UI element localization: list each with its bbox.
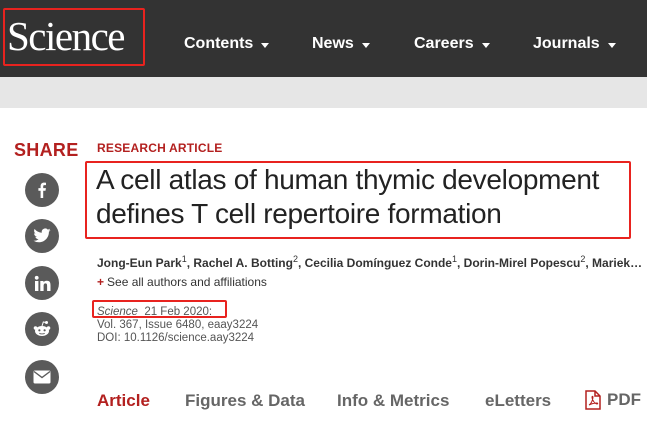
site-header: Science Contents News Careers Journals (0, 0, 647, 77)
author-name[interactable]: Jong-Eun Park (97, 256, 182, 270)
article-title: A cell atlas of human thymic development… (96, 164, 600, 229)
author-affiliation: 1 (451, 254, 457, 264)
share-heading: SHARE (14, 140, 79, 160)
nav-journals[interactable]: Journals (533, 33, 616, 55)
pdf-icon (585, 390, 601, 410)
author-name[interactable]: Rachel A. Botting (193, 256, 293, 270)
tab-article[interactable]: Article (97, 391, 150, 411)
citation-journal-date: Science 21 Feb 2020: (97, 306, 212, 319)
nav-careers[interactable]: Careers (414, 33, 490, 55)
nav-careers-label: Careers (414, 35, 474, 52)
reddit-icon (33, 321, 51, 336)
tab-info-metrics[interactable]: Info & Metrics (337, 391, 449, 411)
chevron-down-icon (361, 42, 370, 48)
tab-eletters[interactable]: eLetters (485, 391, 551, 411)
facebook-icon (38, 182, 46, 198)
citation-doi[interactable]: DOI: 10.1126/science.aay3224 (97, 332, 254, 345)
author-affiliation: 2 (580, 254, 586, 264)
share-email-button[interactable] (25, 360, 59, 394)
share-twitter-button[interactable] (25, 219, 59, 253)
email-icon (33, 370, 51, 384)
linkedin-icon (34, 275, 50, 291)
twitter-icon (33, 228, 51, 243)
plus-icon: + (97, 275, 105, 289)
see-all-authors-link[interactable]: + See all authors and affiliations (97, 275, 267, 289)
nav-contents-label: Contents (184, 35, 254, 52)
tab-pdf[interactable]: PDF (585, 390, 641, 410)
nav-news-label: News (312, 35, 354, 52)
chevron-down-icon (607, 42, 616, 48)
author-list: Jong-Eun Park1, Rachel A. Botting2, Ceci… (97, 254, 642, 270)
article-type: RESEARCH ARTICLE (97, 141, 223, 155)
nav-contents[interactable]: Contents (184, 33, 270, 55)
chevron-down-icon (481, 42, 490, 48)
author-name[interactable]: Mariek… (592, 256, 642, 270)
author-affiliation: 1 (181, 254, 187, 264)
share-facebook-button[interactable] (25, 173, 59, 207)
author-name[interactable]: Cecilia Domínguez Conde (305, 256, 452, 270)
science-logo[interactable]: Science (5, 9, 145, 65)
grey-band (0, 77, 647, 108)
journal-name: Science (97, 306, 138, 318)
see-all-label: See all authors and affiliations (107, 275, 267, 289)
tab-pdf-label: PDF (607, 390, 641, 409)
author-affiliation: 2 (292, 254, 298, 264)
tab-figures-data[interactable]: Figures & Data (185, 391, 305, 411)
chevron-down-icon (261, 42, 270, 48)
citation-volume: Vol. 367, Issue 6480, eaay3224 (97, 319, 259, 331)
publication-date: 21 Feb 2020: (144, 306, 213, 318)
share-linkedin-button[interactable] (25, 266, 59, 300)
nav-journals-label: Journals (533, 35, 600, 52)
nav-news[interactable]: News (312, 33, 370, 55)
share-reddit-button[interactable] (25, 312, 59, 346)
author-name[interactable]: Dorin-Mirel Popescu (464, 256, 581, 270)
